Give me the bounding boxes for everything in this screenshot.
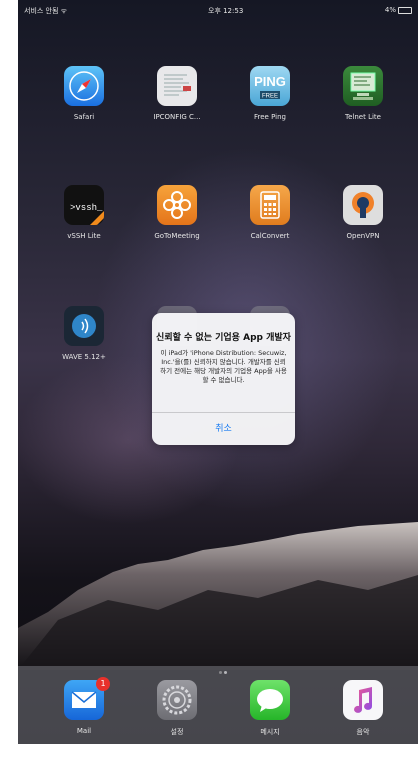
- alert-message: 이 iPad가 'iPhone Distribution: Secuwiz, I…: [160, 349, 287, 384]
- dock-app-messages[interactable]: 메시지: [230, 680, 310, 737]
- app-label: 메시지: [260, 728, 280, 736]
- openvpn-keyhole-icon: [343, 185, 383, 225]
- wave-signal-icon: [64, 306, 104, 346]
- app-telnet-lite[interactable]: Telnet Lite: [323, 66, 403, 121]
- dock-app-music[interactable]: 음악: [323, 680, 403, 737]
- vssh-terminal-icon: >vssh_: [64, 185, 104, 225]
- settings-gear-icon: [157, 680, 197, 720]
- clock-label: 오후 12:53: [208, 7, 244, 15]
- app-free-ping[interactable]: PING FREE Free Ping: [230, 66, 310, 121]
- status-bar: 서비스 안됨 ᯤ 오후 12:53 4%: [18, 0, 418, 20]
- app-label: WAVE 5.12+: [62, 353, 106, 361]
- app-label: CalConvert: [250, 232, 290, 240]
- alert-title: 신뢰할 수 없는 기업용 App 개발자: [156, 333, 291, 343]
- app-label: OpenVPN: [346, 232, 380, 240]
- app-label: Telnet Lite: [345, 113, 381, 121]
- svg-text:PING: PING: [254, 74, 286, 89]
- svg-text:>vssh_: >vssh_: [70, 203, 103, 213]
- dock-app-settings[interactable]: 설정: [137, 680, 217, 737]
- app-wave[interactable]: WAVE 5.12+: [44, 306, 124, 361]
- svg-text:FREE: FREE: [262, 94, 278, 100]
- dock-app-mail[interactable]: Mail: [44, 680, 124, 735]
- app-label: GoToMeeting: [154, 232, 200, 240]
- app-label: Safari: [73, 113, 95, 121]
- app-label: Free Ping: [254, 113, 286, 121]
- app-gotomeeting[interactable]: GoToMeeting: [137, 185, 217, 240]
- wallpaper-mountain: [18, 522, 418, 670]
- app-label: 설정: [170, 728, 184, 736]
- app-calconvert[interactable]: CalConvert: [230, 185, 310, 240]
- ipad-home-screen: 서비스 안됨 ᯤ 오후 12:53 4% Safari IPCONFIG C..…: [18, 0, 418, 744]
- ipconfig-document-icon: [157, 66, 197, 106]
- app-safari[interactable]: Safari: [44, 66, 124, 121]
- ping-free-icon: PING FREE: [250, 66, 290, 106]
- gotomeeting-flower-icon: [157, 185, 197, 225]
- app-vssh-lite[interactable]: >vssh_ vSSH Lite: [44, 185, 124, 240]
- safari-compass-icon: [64, 66, 104, 106]
- app-label: IPCONFIG C...: [153, 113, 201, 121]
- carrier-label: 서비스 안됨 ᯤ: [24, 7, 68, 15]
- dock: Mail 설정 메시지 음악: [18, 666, 418, 744]
- calculator-icon: [250, 185, 290, 225]
- app-openvpn[interactable]: OpenVPN: [323, 185, 403, 240]
- app-label: vSSH Lite: [67, 232, 101, 240]
- cancel-button[interactable]: 취소: [152, 413, 295, 445]
- battery-indicator: 4%: [385, 6, 412, 14]
- battery-percent: 4%: [384, 6, 396, 14]
- battery-icon: [398, 6, 412, 14]
- app-label: Mail: [76, 727, 92, 735]
- telnet-monitor-icon: [343, 66, 383, 106]
- mail-unread-badge: 1: [96, 677, 110, 691]
- messages-bubble-icon: [250, 680, 290, 720]
- music-note-icon: [343, 680, 383, 720]
- app-ipconfig[interactable]: IPCONFIG C...: [137, 66, 217, 121]
- untrusted-developer-alert: 신뢰할 수 없는 기업용 App 개발자 이 iPad가 'iPhone Dis…: [152, 313, 295, 445]
- app-label: 음악: [356, 728, 370, 736]
